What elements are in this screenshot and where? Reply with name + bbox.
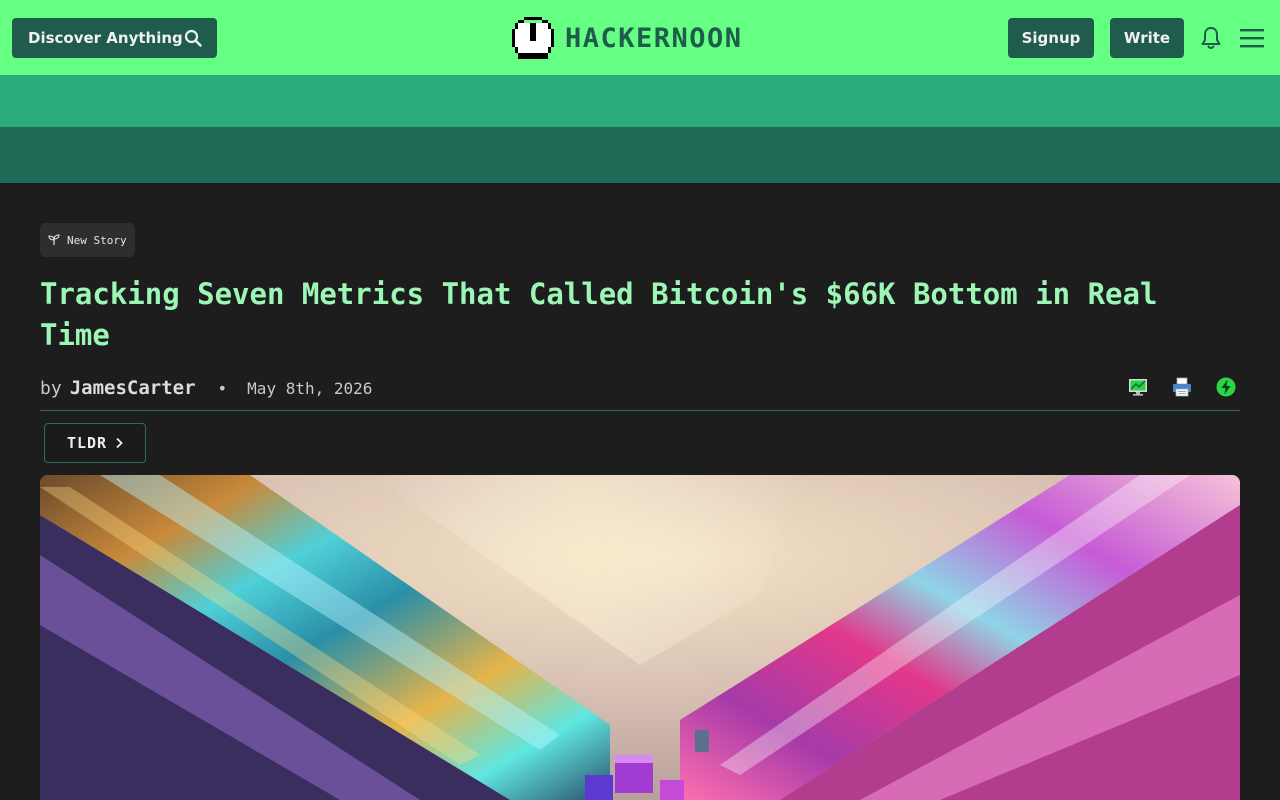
search-icon	[184, 29, 202, 47]
bell-icon[interactable]	[1200, 26, 1222, 50]
top-nav-bar: Discover Anything HACKERNOON Signup Writ…	[0, 0, 1280, 75]
chevron-right-icon	[116, 437, 123, 449]
logo-mark-icon	[512, 17, 554, 59]
new-story-badge: New Story	[40, 223, 135, 257]
badge-label: New Story	[67, 233, 127, 247]
write-button[interactable]: Write	[1110, 18, 1184, 58]
banner-strip-dark	[0, 127, 1280, 183]
logo-wordmark: HACKERNOON	[565, 22, 743, 54]
tldr-label: TLDR	[66, 434, 108, 452]
signup-button[interactable]: Signup	[1008, 18, 1094, 58]
byline-divider	[40, 410, 1240, 411]
article-hero-image	[40, 475, 1240, 800]
discover-label: Discover Anything	[28, 29, 183, 47]
monitor-icon[interactable]	[1128, 377, 1148, 397]
author-link[interactable]: JamesCarter	[70, 377, 196, 399]
by-label: by	[40, 377, 62, 399]
hackernoon-logo[interactable]: HACKERNOON	[512, 17, 743, 59]
banner-strip-light	[0, 75, 1280, 127]
sprout-icon	[48, 234, 60, 245]
discover-search-button[interactable]: Discover Anything	[12, 18, 217, 58]
tldr-button[interactable]: TLDR	[44, 423, 146, 463]
print-icon[interactable]	[1172, 377, 1192, 397]
byline: by JamesCarter • May 8th, 2026	[40, 376, 372, 400]
publish-date: May 8th, 2026	[247, 378, 373, 398]
bolt-icon[interactable]	[1216, 377, 1236, 397]
menu-icon[interactable]	[1240, 27, 1264, 49]
article-title: Tracking Seven Metrics That Called Bitco…	[40, 277, 1158, 352]
byline-separator: •	[217, 378, 228, 398]
